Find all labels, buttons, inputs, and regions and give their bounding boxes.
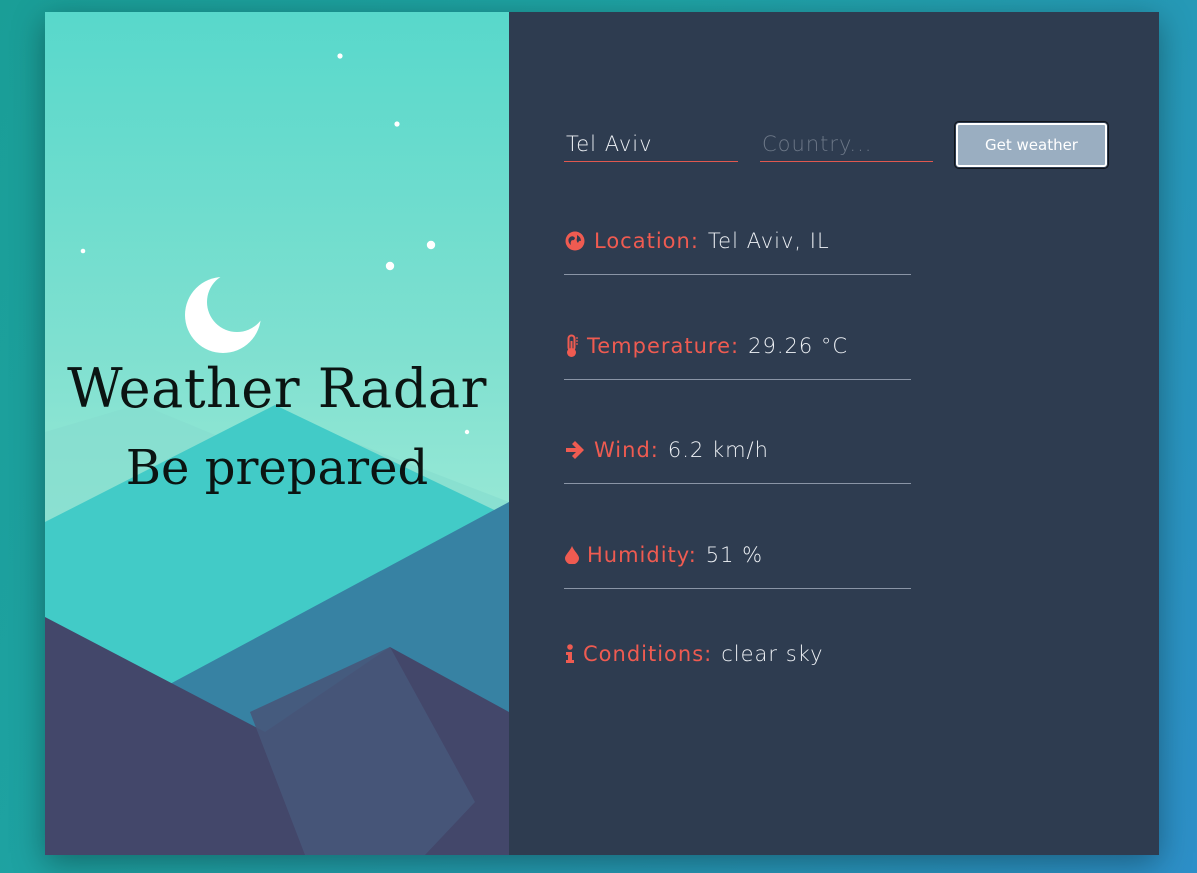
weather-form-panel: Get weather Location: Tel Aviv, IL Tempe… xyxy=(509,12,1159,855)
wind-value: 6.2 km/h xyxy=(667,438,769,462)
mountain-night-illustration xyxy=(45,53,509,855)
app-title: Weather Radar xyxy=(67,357,487,420)
temperature-value: 29.26 °C xyxy=(748,334,849,358)
arrow-right-icon xyxy=(564,439,586,461)
get-weather-button[interactable]: Get weather xyxy=(956,123,1107,167)
conditions-value: clear sky xyxy=(721,642,824,666)
temperature-label: Temperature: xyxy=(587,334,740,358)
humidity-label: Humidity: xyxy=(587,543,697,567)
conditions-label: Conditions: xyxy=(583,642,713,666)
weather-card: Weather Radar Be prepared Get weather Lo… xyxy=(45,12,1159,855)
city-field xyxy=(564,126,738,162)
country-field xyxy=(760,126,933,162)
moon-icon xyxy=(185,277,261,353)
droplet-icon xyxy=(564,544,580,566)
globe-icon xyxy=(564,230,586,252)
wind-label: Wind: xyxy=(594,438,659,462)
app-tagline: Be prepared xyxy=(125,440,429,496)
conditions-row: Conditions: clear sky xyxy=(564,621,911,687)
hero-panel: Weather Radar Be prepared xyxy=(45,12,509,855)
location-label: Location: xyxy=(594,229,699,253)
humidity-row: Humidity: 51 % xyxy=(564,522,911,589)
location-row: Location: Tel Aviv, IL xyxy=(564,208,911,275)
info-icon xyxy=(564,643,576,665)
country-input[interactable] xyxy=(762,126,933,161)
thermometer-icon xyxy=(564,334,580,357)
city-input[interactable] xyxy=(566,126,738,161)
temperature-row: Temperature: 29.26 °C xyxy=(564,313,911,380)
wind-row: Wind: 6.2 km/h xyxy=(564,417,911,484)
location-value: Tel Aviv, IL xyxy=(707,229,830,253)
humidity-value: 51 % xyxy=(705,543,764,567)
